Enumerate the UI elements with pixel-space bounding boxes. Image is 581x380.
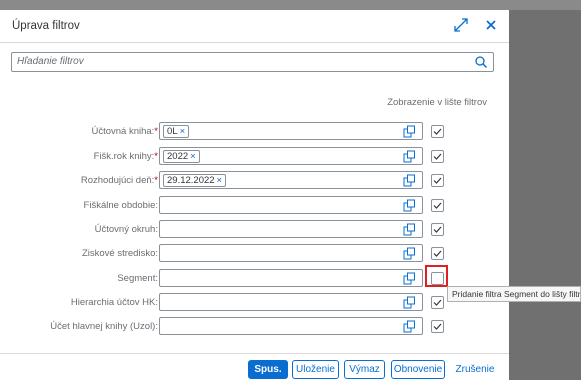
token-remove-icon[interactable]: × [217,175,223,186]
value-help-icon[interactable] [403,320,416,333]
value-help-icon[interactable] [403,199,416,212]
checkmark-icon [433,250,442,257]
token-remove-icon[interactable]: × [190,151,196,162]
token-text: 29.12.2022 [167,175,215,186]
filter-input[interactable]: 2022 × [159,147,423,165]
close-icon[interactable] [482,16,500,34]
show-in-filter-bar-checkbox[interactable] [431,174,444,187]
filter-input[interactable]: 29.12.2022 × [159,171,423,189]
required-marker: * [154,175,158,186]
dialog-title: Úprava filtrov [12,20,80,32]
required-marker: * [154,151,158,162]
filter-row: Účtovný okruh: [0,220,509,240]
value-help-icon[interactable] [403,125,416,138]
token-text: 0L [167,126,178,137]
value-help-icon[interactable] [403,296,416,309]
checkmark-icon [433,226,442,233]
search-input[interactable]: Hľadanie filtrov [11,52,494,72]
filter-row: Ziskové stredisko: [0,244,509,264]
filter-input[interactable] [159,244,423,262]
search-icon[interactable] [474,55,488,69]
value-help-icon[interactable] [403,272,416,285]
value-help-icon[interactable] [403,247,416,260]
filter-token[interactable]: 2022 × [163,150,200,163]
checkbox-tooltip: Pridanie filtra Segment do lišty filtrov [447,286,581,302]
filter-label-text: Ziskové stredisko: [81,248,158,259]
background-app-strip [0,0,581,10]
filter-label-text: Segment: [117,273,158,284]
value-help-icon[interactable] [403,150,416,163]
filter-input[interactable] [159,317,423,335]
filter-token[interactable]: 29.12.2022 × [163,174,227,187]
filter-label-text: Fišk.rok knihy: [93,151,155,162]
column-header-show-in-filter-bar: Zobrazenie v lište filtrov [387,97,487,108]
value-help-icon[interactable] [403,174,416,187]
filter-label: Fiškálne obdobie: [84,200,158,211]
token-remove-icon[interactable]: × [180,126,186,137]
show-in-filter-bar-checkbox[interactable] [431,223,444,236]
filter-label: Účtovná kniha:* [91,126,158,137]
filter-row: Účet hlavnej knihy (Uzol): [0,317,509,337]
filter-row: Hierarchia účtov HK: [0,293,509,313]
filter-label: Hierarchia účtov HK: [71,297,158,308]
filter-input[interactable]: 0L × [159,122,423,140]
filter-input[interactable] [159,220,423,238]
show-in-filter-bar-checkbox[interactable] [431,247,444,260]
save-button[interactable]: Uloženie [292,360,339,379]
filter-input[interactable] [159,293,423,311]
filter-label: Účet hlavnej knihy (Uzol): [50,321,158,332]
filter-label: Segment: [117,273,158,284]
filter-label: Rozhodujúci deň:* [81,175,158,186]
filter-label-text: Účet hlavnej knihy (Uzol): [50,321,158,332]
expand-icon[interactable] [452,16,470,34]
dialog-footer: Spus. Uloženie Výmaz Obnovenie Zrušenie [0,353,509,380]
filter-row: Fišk.rok knihy:* 2022 × [0,147,509,167]
checkmark-icon [433,128,442,135]
show-in-filter-bar-checkbox[interactable] [431,296,444,309]
filter-label-text: Účtovná kniha: [91,126,155,137]
filter-input[interactable] [159,269,423,287]
show-in-filter-bar-checkbox[interactable] [431,199,444,212]
show-in-filter-bar-checkbox[interactable] [431,320,444,333]
filter-label: Účtovný okruh: [95,224,158,235]
checkmark-icon [433,153,442,160]
focus-highlight-box [425,265,448,287]
filter-row: Segment: [0,265,509,289]
filter-input[interactable] [159,196,423,214]
filter-label-text: Účtovný okruh: [94,224,158,235]
value-help-icon[interactable] [403,223,416,236]
show-in-filter-bar-checkbox[interactable] [431,125,444,138]
delete-button[interactable]: Výmaz [344,360,385,379]
checkmark-icon [433,177,442,184]
checkmark-icon [433,202,442,209]
required-marker: * [154,126,158,137]
go-button[interactable]: Spus. [248,360,288,379]
filter-label: Fišk.rok knihy:* [94,151,158,162]
filter-label: Ziskové stredisko: [82,248,158,259]
show-in-filter-bar-checkbox[interactable] [431,150,444,163]
checkmark-icon [433,299,442,306]
token-text: 2022 [167,151,189,162]
filter-token[interactable]: 0L × [163,125,190,138]
checkmark-icon [433,323,442,330]
restore-button[interactable]: Obnovenie [391,360,445,379]
filter-label-text: Fiškálne obdobie: [83,200,158,211]
search-placeholder: Hľadanie filtrov [17,56,84,67]
filter-row: Účtovná kniha:* 0L × [0,122,509,142]
filter-label-text: Rozhodujúci deň: [80,175,155,186]
filter-row: Rozhodujúci deň:* 29.12.2022 × [0,171,509,191]
cancel-button[interactable]: Zrušenie [450,360,500,379]
filter-label-text: Hierarchia účtov HK: [70,297,158,308]
dialog-header: Úprava filtrov [0,10,509,43]
filter-row: Fiškálne obdobie: [0,196,509,216]
adapt-filters-dialog: Úprava filtrov Hľadanie filtrov Zobrazen… [0,10,509,380]
